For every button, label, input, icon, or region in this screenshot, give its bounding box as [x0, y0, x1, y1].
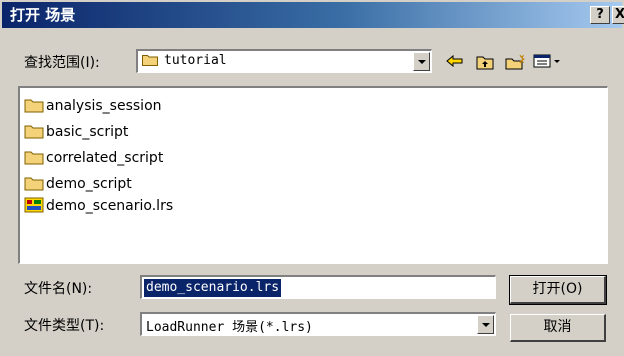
close-button[interactable]: X — [612, 6, 624, 24]
filetype-dropdown-arrow[interactable] — [477, 315, 494, 334]
file-name: demo_scenario.lrs — [46, 198, 174, 214]
scenario-file-icon — [24, 197, 44, 213]
filename-input[interactable]: demo_scenario.lrs — [140, 275, 496, 299]
title-bar[interactable]: 打开 场景 ? X — [2, 2, 624, 28]
look-in-dropdown-arrow[interactable] — [413, 52, 430, 71]
folder-icon — [24, 125, 44, 139]
filetype-label: 文件类型(T): — [24, 318, 105, 334]
look-in-value: tutorial — [164, 53, 227, 68]
new-folder-icon[interactable] — [504, 54, 526, 72]
list-item[interactable]: demo_script — [24, 174, 132, 194]
file-name: demo_script — [46, 176, 132, 192]
file-list[interactable]: analysis_session basic_script correlated… — [18, 86, 608, 264]
file-name: correlated_script — [46, 150, 164, 166]
folder-icon — [24, 99, 44, 113]
file-name: analysis_session — [46, 98, 162, 114]
look-in-combo[interactable]: tutorial — [136, 49, 432, 73]
open-scenario-dialog: 打开 场景 ? X 查找范围(I): tutorial analysis_ses… — [0, 0, 624, 356]
filetype-combo[interactable]: LoadRunner 场景(*.lrs) — [140, 312, 496, 336]
folder-icon — [142, 55, 158, 66]
look-in-label: 查找范围(I): — [24, 55, 100, 71]
folder-icon — [24, 177, 44, 191]
filetype-value: LoadRunner 场景(*.lrs) — [146, 320, 313, 335]
open-button[interactable]: 打开(O) — [509, 275, 607, 305]
up-folder-icon[interactable] — [474, 54, 496, 72]
folder-icon — [24, 151, 44, 165]
filename-label: 文件名(N): — [24, 281, 93, 297]
help-button[interactable]: ? — [590, 6, 610, 24]
window-title: 打开 场景 — [10, 6, 76, 24]
cancel-button[interactable]: 取消 — [510, 314, 606, 342]
list-item[interactable]: demo_scenario.lrs — [24, 196, 173, 216]
list-item[interactable]: basic_script — [24, 122, 128, 142]
list-item[interactable]: analysis_session — [24, 96, 162, 116]
list-item[interactable]: correlated_script — [24, 148, 163, 168]
filename-value: demo_scenario.lrs — [144, 279, 282, 297]
view-menu-icon[interactable] — [532, 54, 562, 72]
back-icon[interactable] — [444, 54, 466, 72]
file-name: basic_script — [46, 124, 129, 140]
